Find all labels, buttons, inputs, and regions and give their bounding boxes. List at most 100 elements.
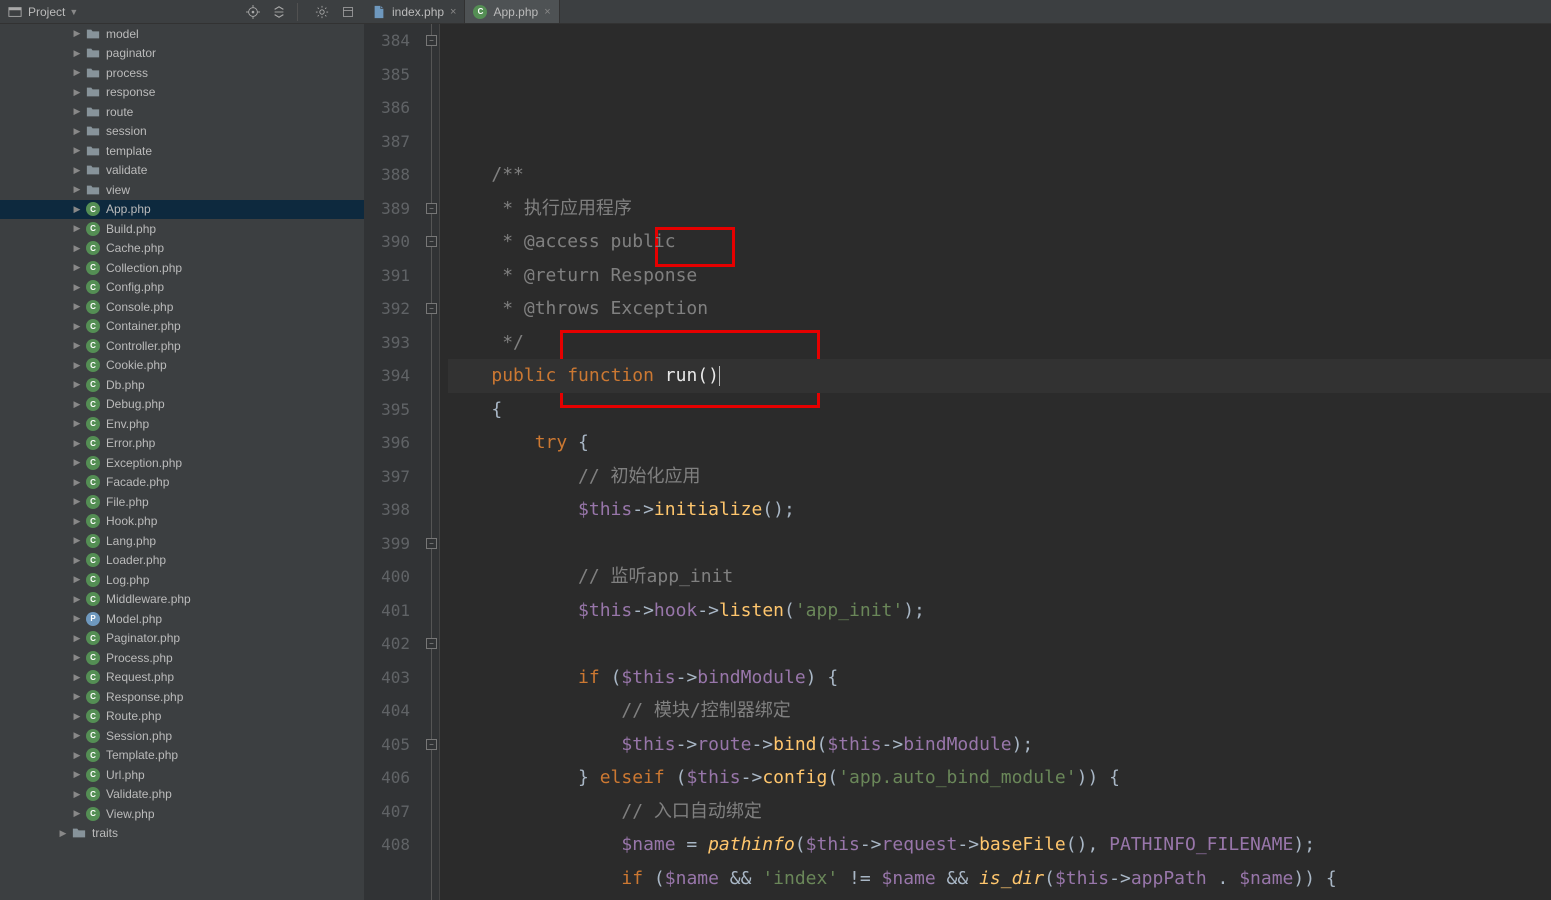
chevron-right-icon[interactable]: ▶ [72,87,82,98]
chevron-right-icon[interactable]: ▶ [72,301,82,312]
tree-item-Log-php[interactable]: ▶CLog.php [0,570,364,590]
chevron-right-icon[interactable]: ▶ [72,204,82,215]
chevron-right-icon[interactable]: ▶ [72,28,82,39]
chevron-right-icon[interactable]: ▶ [72,691,82,702]
hide-panel-icon[interactable] [340,4,356,20]
chevron-right-icon[interactable]: ▶ [72,399,82,410]
chevron-right-icon[interactable]: ▶ [72,555,82,566]
chevron-right-icon[interactable]: ▶ [72,126,82,137]
tree-item-Collection-php[interactable]: ▶CCollection.php [0,258,364,278]
tree-item-Env-php[interactable]: ▶CEnv.php [0,414,364,434]
tree-item-Model-php[interactable]: ▶PModel.php [0,609,364,629]
chevron-right-icon[interactable]: ▶ [72,711,82,722]
chevron-right-icon[interactable]: ▶ [72,613,82,624]
target-icon[interactable] [245,4,261,20]
fold-toggle-icon[interactable]: − [426,35,437,46]
code-line[interactable]: // 入口自动绑定 [448,795,1551,829]
chevron-right-icon[interactable]: ▶ [72,535,82,546]
code-line[interactable]: * @return Response [448,259,1551,293]
chevron-right-icon[interactable]: ▶ [72,243,82,254]
tree-item-Exception-php[interactable]: ▶CException.php [0,453,364,473]
code-line[interactable]: */ [448,326,1551,360]
code-line[interactable]: * 执行应用程序 [448,192,1551,226]
chevron-right-icon[interactable]: ▶ [72,340,82,351]
tree-item-paginator[interactable]: ▶paginator [0,44,364,64]
tree-item-Config-php[interactable]: ▶CConfig.php [0,278,364,298]
tree-item-Cache-php[interactable]: ▶CCache.php [0,239,364,259]
tree-item-Console-php[interactable]: ▶CConsole.php [0,297,364,317]
chevron-right-icon[interactable]: ▶ [72,262,82,273]
tree-item-Hook-php[interactable]: ▶CHook.php [0,512,364,532]
chevron-right-icon[interactable]: ▶ [72,808,82,819]
tree-item-Process-php[interactable]: ▶CProcess.php [0,648,364,668]
tree-item-Controller-php[interactable]: ▶CController.php [0,336,364,356]
close-icon[interactable]: × [544,6,550,18]
code-line[interactable]: try { [448,426,1551,460]
chevron-right-icon[interactable]: ▶ [72,633,82,644]
tab-App-php[interactable]: CApp.php× [465,0,559,23]
tree-item-Debug-php[interactable]: ▶CDebug.php [0,395,364,415]
tree-item-Build-php[interactable]: ▶CBuild.php [0,219,364,239]
chevron-right-icon[interactable]: ▶ [72,48,82,59]
tree-item-model[interactable]: ▶model [0,24,364,44]
fold-toggle-icon[interactable]: − [426,739,437,750]
tree-item-Facade-php[interactable]: ▶CFacade.php [0,473,364,493]
code-line[interactable]: * @access public [448,225,1551,259]
tab-index-php[interactable]: index.php× [364,0,465,23]
tree-item-Loader-php[interactable]: ▶CLoader.php [0,551,364,571]
tree-item-Request-php[interactable]: ▶CRequest.php [0,668,364,688]
tree-item-route[interactable]: ▶route [0,102,364,122]
chevron-right-icon[interactable]: ▶ [72,438,82,449]
tree-item-App-php[interactable]: ▶CApp.php [0,200,364,220]
project-tree[interactable]: ▶model▶paginator▶process▶response▶route ▶… [0,24,364,900]
chevron-right-icon[interactable]: ▶ [58,828,68,839]
chevron-right-icon[interactable]: ▶ [72,769,82,780]
tree-item-Lang-php[interactable]: ▶CLang.php [0,531,364,551]
chevron-right-icon[interactable]: ▶ [72,184,82,195]
tree-item-View-php[interactable]: ▶CView.php [0,804,364,824]
tree-item-process[interactable]: ▶process [0,63,364,83]
code-line[interactable]: * @throws Exception [448,292,1551,326]
code-line[interactable]: public function run() [448,359,1551,393]
code-line[interactable]: $this->route->bind($this->bindModule); [448,728,1551,762]
chevron-right-icon[interactable]: ▶ [72,223,82,234]
code-line[interactable] [448,627,1551,661]
chevron-right-icon[interactable]: ▶ [72,106,82,117]
tree-item-traits[interactable]: ▶traits [0,824,364,844]
code-line[interactable]: /** [448,158,1551,192]
tree-item-Template-php[interactable]: ▶CTemplate.php [0,746,364,766]
project-dropdown-icon[interactable]: ▼ [69,7,78,17]
collapse-icon[interactable] [271,4,287,20]
fold-toggle-icon[interactable]: − [426,203,437,214]
tree-item-File-php[interactable]: ▶CFile.php [0,492,364,512]
tree-item-Validate-php[interactable]: ▶CValidate.php [0,785,364,805]
tree-item-validate[interactable]: ▶validate [0,161,364,181]
code-line[interactable]: } elseif ($this->config('app.auto_bind_m… [448,761,1551,795]
tree-item-Session-php[interactable]: ▶CSession.php [0,726,364,746]
chevron-right-icon[interactable]: ▶ [72,145,82,156]
chevron-right-icon[interactable]: ▶ [72,360,82,371]
tree-item-view[interactable]: ▶view [0,180,364,200]
tree-item-response[interactable]: ▶response [0,83,364,103]
tree-item-Container-php[interactable]: ▶CContainer.php [0,317,364,337]
chevron-right-icon[interactable]: ▶ [72,594,82,605]
code-line[interactable]: $this->route->bind($name); [448,895,1551,900]
chevron-right-icon[interactable]: ▶ [72,750,82,761]
code-line[interactable]: $name = pathinfo($this->request->baseFil… [448,828,1551,862]
tree-item-Url-php[interactable]: ▶CUrl.php [0,765,364,785]
code-line[interactable]: if ($name && 'index' != $name && is_dir(… [448,862,1551,896]
close-icon[interactable]: × [450,6,456,18]
tree-item-Db-php[interactable]: ▶CDb.php [0,375,364,395]
tree-item-Response-php[interactable]: ▶CResponse.php [0,687,364,707]
chevron-right-icon[interactable]: ▶ [72,67,82,78]
chevron-right-icon[interactable]: ▶ [72,652,82,663]
tree-item-Route-php[interactable]: ▶CRoute.php [0,707,364,727]
chevron-right-icon[interactable]: ▶ [72,418,82,429]
chevron-right-icon[interactable]: ▶ [72,457,82,468]
gear-icon[interactable] [314,4,330,20]
code-line[interactable]: if ($this->bindModule) { [448,661,1551,695]
chevron-right-icon[interactable]: ▶ [72,165,82,176]
chevron-right-icon[interactable]: ▶ [72,477,82,488]
chevron-right-icon[interactable]: ▶ [72,789,82,800]
chevron-right-icon[interactable]: ▶ [72,282,82,293]
